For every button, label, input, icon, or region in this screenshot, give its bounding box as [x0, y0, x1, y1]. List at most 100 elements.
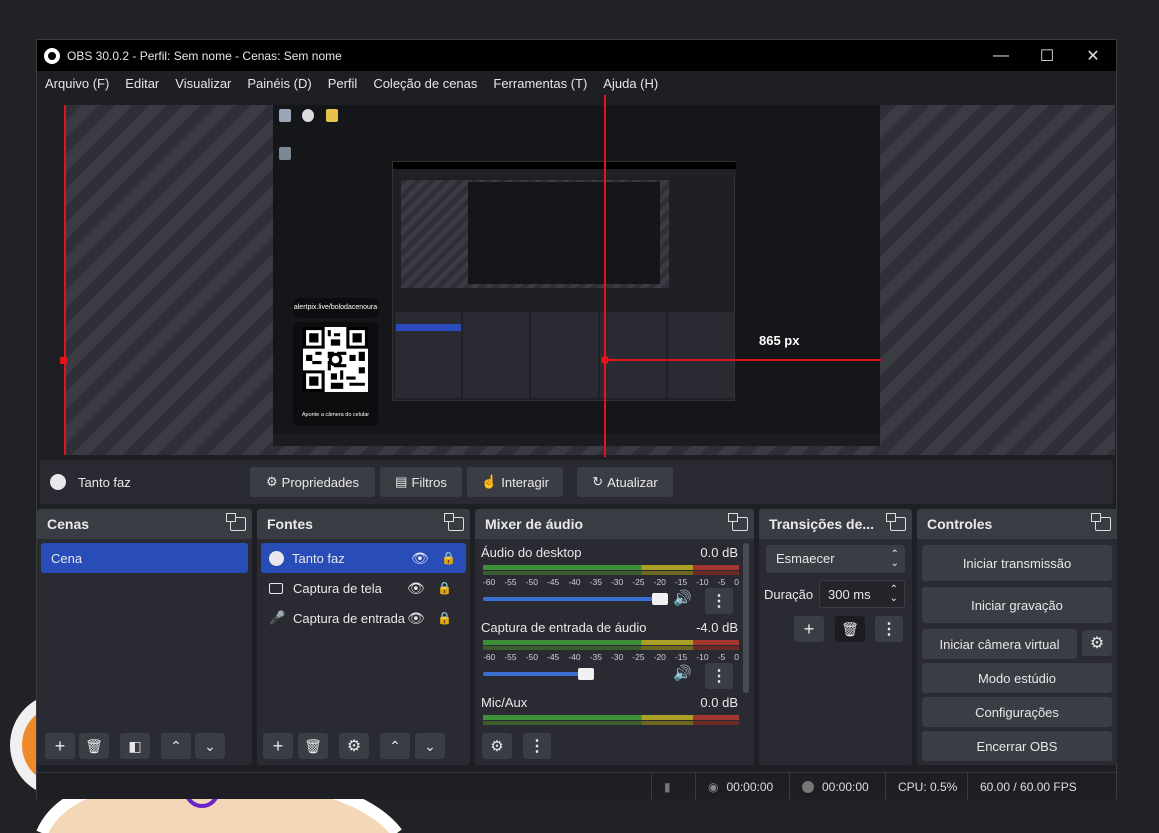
chevron-updown-icon: ⌃ ⌄	[890, 549, 899, 569]
meter-tick-label: -55	[504, 652, 517, 662]
lock-icon[interactable]: 🔒	[441, 551, 456, 565]
undock-icon[interactable]	[728, 513, 748, 531]
duration-input[interactable]: 300 ms ⌃ ⌄	[819, 580, 905, 608]
controls-title: Controles	[927, 516, 993, 532]
meter-tick-label: -10	[696, 652, 709, 662]
scene-filters-button[interactable]: ◧	[120, 733, 150, 759]
filters-button[interactable]: ▤ Filtros	[380, 467, 462, 497]
source-item-audio-input[interactable]: 🎤 Captura de entrada 👁 🔒	[257, 603, 470, 633]
close-button[interactable]: ✕	[1070, 40, 1116, 71]
minimize-button[interactable]: —	[978, 40, 1024, 71]
menu-help[interactable]: Ajuda (H)	[603, 76, 658, 91]
add-scene-button[interactable]: +	[45, 733, 75, 759]
maximize-button[interactable]: ☐	[1024, 40, 1070, 71]
source-item-screen[interactable]: Captura de tela 👁 🔒	[257, 573, 470, 603]
remove-transition-button[interactable]: 🗑	[835, 616, 865, 642]
add-transition-button[interactable]: +	[794, 616, 824, 642]
interact-button[interactable]: ☝ Interagir	[467, 467, 563, 497]
meter-tick-label: -20	[653, 652, 666, 662]
transitions-dock: Transições de... Esmaecer ⌃ ⌄ Duração 300…	[759, 509, 912, 765]
menu-file[interactable]: Arquivo (F)	[45, 76, 109, 91]
menu-edit[interactable]: Editar	[125, 76, 159, 91]
speaker-icon[interactable]: 🔊	[673, 589, 692, 607]
meter-tick-label: -25	[632, 577, 645, 587]
start-virtual-camera-button[interactable]: Iniciar câmera virtual	[922, 629, 1077, 659]
status-bar: ▮ ◉ 00:00:00 00:00:00 CPU: 0.5% 60.00 / …	[37, 772, 1116, 800]
remove-scene-button[interactable]: 🗑	[79, 733, 109, 759]
transition-selected: Esmaecer	[776, 551, 835, 566]
meter-scale: -60 -55 -50 -45 -40 -35 -30 -25 -20 -15 -10 -5 0	[483, 577, 739, 587]
spin-arrows-icon[interactable]: ⌃ ⌄	[890, 585, 898, 604]
transitions-title: Transições de...	[769, 516, 875, 532]
lock-icon[interactable]: 🔒	[437, 611, 452, 625]
undock-icon[interactable]	[444, 513, 464, 531]
source-properties-button[interactable]: ⚙	[339, 733, 369, 759]
meter-tick-label: -15	[674, 652, 688, 662]
undock-icon[interactable]	[226, 513, 246, 531]
move-up-button[interactable]: ⌃	[161, 733, 191, 759]
settings-button[interactable]: Configurações	[922, 697, 1112, 727]
undock-icon[interactable]	[1091, 513, 1111, 531]
refresh-label: Atualizar	[607, 474, 658, 490]
guide-line-left	[64, 105, 66, 455]
add-source-button[interactable]: +	[263, 733, 293, 759]
meter-tick-label: -20	[653, 577, 666, 587]
meter-tick-label: -15	[674, 577, 688, 587]
qr-caption: Aponte a câmera do celular	[301, 412, 370, 418]
move-down-button[interactable]: ⌄	[415, 733, 445, 759]
start-streaming-button[interactable]: Iniciar transmissão	[922, 545, 1112, 581]
lock-icon[interactable]: 🔒	[437, 581, 452, 595]
stream-url-label: alertpix.live/bolodacenoura	[293, 298, 378, 318]
menu-profile[interactable]: Perfil	[328, 76, 358, 91]
volume-slider[interactable]	[483, 668, 594, 680]
start-recording-button[interactable]: Iniciar gravação	[922, 587, 1112, 623]
menu-tools[interactable]: Ferramentas (T)	[493, 76, 587, 91]
properties-button[interactable]: ⚙ Propriedades	[250, 467, 375, 497]
source-item-browser[interactable]: Tanto faz 👁 🔒	[261, 543, 466, 573]
move-up-button[interactable]: ⌃	[380, 733, 410, 759]
stream-time: 00:00:00	[726, 779, 774, 794]
transform-handle[interactable]	[60, 357, 67, 364]
remove-source-button[interactable]: 🗑	[298, 733, 328, 759]
speaker-icon[interactable]: 🔊	[673, 664, 692, 682]
refresh-icon: ↻	[592, 474, 604, 489]
hand-icon: ☝	[481, 474, 498, 489]
level-meter	[483, 571, 739, 575]
obs-main-window: OBS 30.0.2 - Perfil: Sem nome - Cenas: S…	[36, 39, 1117, 800]
eye-icon[interactable]: 👁	[407, 610, 425, 627]
mixer-channel-mic: Mic/Aux 0.0 dB	[475, 695, 740, 735]
exit-button[interactable]: Encerrar OBS	[922, 731, 1112, 761]
mixer-scrollbar[interactable]	[743, 543, 749, 693]
mixer-title: Mixer de áudio	[485, 516, 584, 532]
advanced-audio-button[interactable]: ⚙	[482, 733, 512, 759]
channel-menu-button[interactable]: ⋮	[705, 663, 733, 689]
level-meter	[483, 715, 739, 720]
transition-menu-button[interactable]: ⋮	[875, 616, 903, 642]
menu-docks[interactable]: Painéis (D)	[247, 76, 311, 91]
source-label: Captura de entrada	[293, 610, 405, 626]
meter-tick-label: -5	[717, 652, 726, 662]
virtual-camera-settings-icon[interactable]: ⚙	[1082, 630, 1112, 656]
studio-mode-button[interactable]: Modo estúdio	[922, 663, 1112, 693]
transition-select[interactable]: Esmaecer ⌃ ⌄	[766, 545, 905, 573]
meter-tick-label: -60	[483, 652, 496, 662]
undock-icon[interactable]	[886, 513, 906, 531]
mixer-menu-button[interactable]: ⋮	[523, 733, 551, 759]
refresh-button[interactable]: ↻ Atualizar	[577, 467, 673, 497]
preview-canvas[interactable]: alertpix.live/bolodacenoura Aponte a câm…	[273, 105, 880, 446]
channel-name: Mic/Aux	[481, 695, 528, 710]
eye-icon[interactable]: 👁	[407, 580, 425, 597]
preview-area[interactable]: alertpix.live/bolodacenoura Aponte a câm…	[37, 95, 1116, 457]
window-title: OBS 30.0.2 - Perfil: Sem nome - Cenas: S…	[67, 48, 342, 63]
meter-tick-label: -45	[546, 577, 560, 587]
scene-item[interactable]: Cena	[41, 543, 248, 573]
move-down-button[interactable]: ⌄	[195, 733, 225, 759]
menu-view[interactable]: Visualizar	[175, 76, 231, 91]
menu-scene-collection[interactable]: Coleção de cenas	[373, 76, 477, 91]
volume-slider[interactable]	[483, 593, 668, 605]
channel-menu-button[interactable]: ⋮	[705, 588, 733, 614]
transform-handle-center[interactable]	[601, 356, 609, 364]
sources-dock: Fontes Tanto faz 👁 🔒 Captura de tela 👁 🔒…	[257, 509, 470, 765]
meter-tick-label: -5	[717, 577, 726, 587]
eye-icon[interactable]: 👁	[411, 550, 429, 567]
